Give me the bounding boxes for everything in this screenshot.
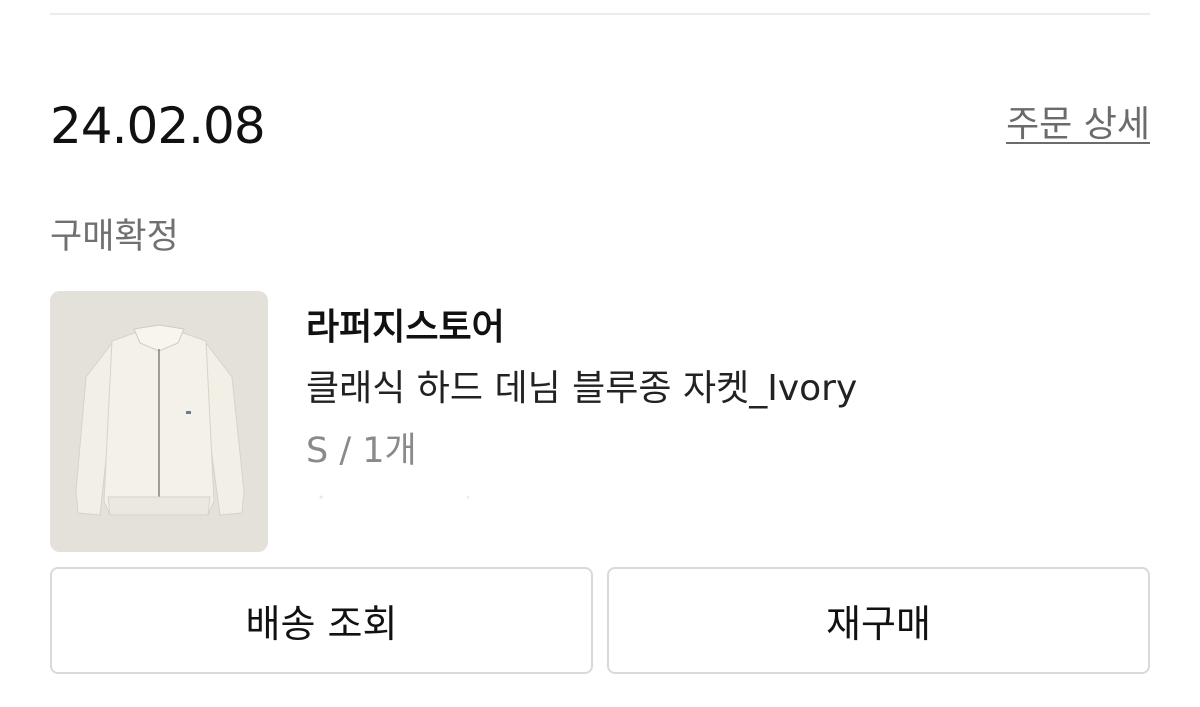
- faint-divider: [319, 495, 470, 499]
- order-detail-link[interactable]: 주문 상세: [1006, 102, 1150, 148]
- reorder-button[interactable]: 재구매: [607, 567, 1150, 674]
- divider: [50, 13, 1150, 15]
- product-name[interactable]: 클래식 하드 데님 블루종 자켓_Ivory: [306, 366, 857, 412]
- order-status: 구매확정: [50, 217, 179, 257]
- product-option: S / 1개: [306, 431, 417, 471]
- product-image[interactable]: [50, 291, 268, 552]
- ivory-jacket-icon: [50, 291, 268, 552]
- order-card: 24.02.08 주문 상세 구매확정 라퍼지스토어 클래식 하드 데님 블루종…: [0, 0, 1200, 707]
- store-name[interactable]: 라퍼지스토어: [306, 305, 505, 351]
- order-date: 24.02.08: [50, 97, 266, 155]
- track-delivery-button[interactable]: 배송 조회: [50, 567, 593, 674]
